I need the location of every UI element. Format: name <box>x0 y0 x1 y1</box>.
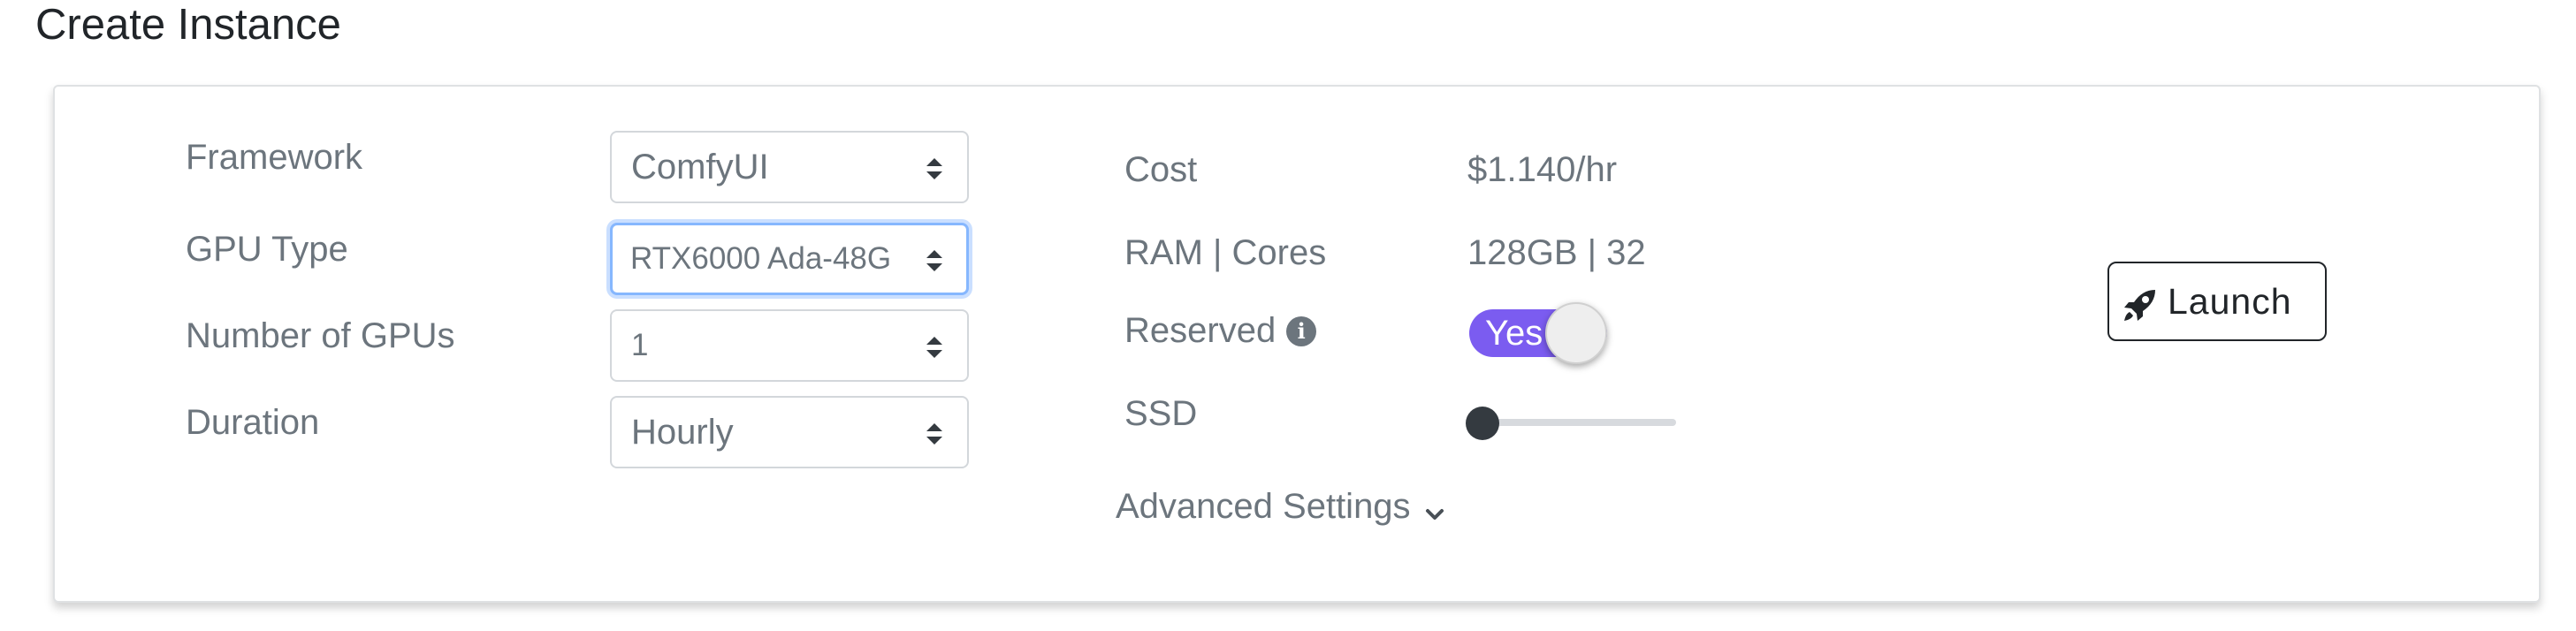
framework-select[interactable]: ComfyUI <box>610 131 969 203</box>
page-title: Create Instance <box>35 1 341 49</box>
ram-cores-value: 128GB | 32 <box>1467 233 1646 272</box>
create-instance-card: Framework GPU Type Number of GPUs Durati… <box>53 85 2541 603</box>
select-arrows-icon <box>926 158 942 179</box>
framework-label: Framework <box>186 138 363 177</box>
gpu-type-select[interactable]: RTX6000 Ada-48G <box>610 223 969 295</box>
launch-button-label: Launch <box>2168 281 2292 322</box>
rocket-icon <box>2124 290 2155 321</box>
reserved-label: Reserved <box>1124 311 1277 350</box>
num-gpus-select-value: 1 <box>631 328 649 362</box>
chevron-down-icon <box>1425 509 1444 520</box>
reserved-label-row: Reserved i <box>1124 309 1317 352</box>
duration-label: Duration <box>186 403 320 442</box>
num-gpus-select[interactable]: 1 <box>610 309 969 382</box>
ssd-slider-thumb[interactable] <box>1466 407 1499 440</box>
select-arrows-icon <box>926 337 942 358</box>
reserved-toggle[interactable]: Yes <box>1469 302 1607 364</box>
info-circle-icon[interactable]: i <box>1286 316 1317 346</box>
reserved-toggle-text: Yes <box>1485 314 1543 353</box>
duration-select[interactable]: Hourly <box>610 396 969 468</box>
ram-cores-label: RAM | Cores <box>1124 233 1327 272</box>
gpu-type-select-value: RTX6000 Ada-48G <box>630 241 892 276</box>
framework-select-value: ComfyUI <box>631 148 769 186</box>
ssd-slider-track[interactable] <box>1478 419 1676 426</box>
gpu-type-label: GPU Type <box>186 230 348 269</box>
advanced-settings-toggle[interactable]: Advanced Settings <box>1116 484 1444 528</box>
duration-select-value: Hourly <box>631 413 734 452</box>
num-gpus-label: Number of GPUs <box>186 316 455 355</box>
toggle-knob <box>1545 302 1607 364</box>
cost-label: Cost <box>1124 150 1198 189</box>
ssd-label: SSD <box>1124 394 1198 433</box>
cost-value: $1.140/hr <box>1467 150 1618 189</box>
select-arrows-icon <box>926 250 942 271</box>
advanced-settings-label: Advanced Settings <box>1116 487 1411 526</box>
launch-button[interactable]: Launch <box>2107 262 2327 341</box>
select-arrows-icon <box>926 423 942 445</box>
